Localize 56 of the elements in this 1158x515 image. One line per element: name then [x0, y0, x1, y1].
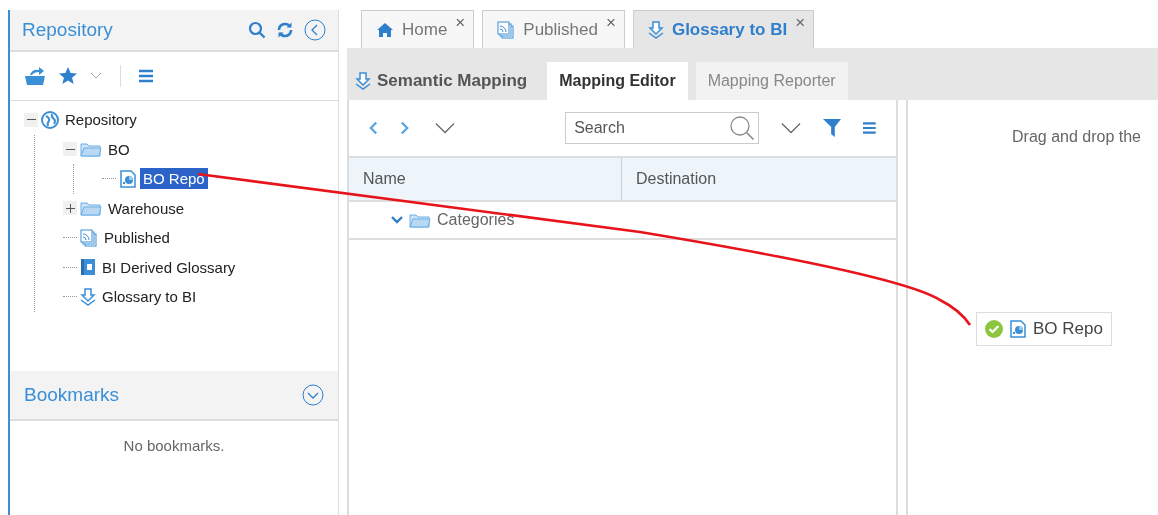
globe-icon: [41, 110, 59, 129]
menu-icon[interactable]: [139, 69, 153, 83]
collapse-icon[interactable]: [63, 142, 77, 157]
tree-item[interactable]: Published: [101, 227, 173, 249]
panel-title: Repository: [22, 19, 113, 41]
chevron-icon[interactable]: [391, 216, 403, 224]
search-icon[interactable]: [248, 21, 266, 39]
tree-item[interactable]: BO Repo: [140, 168, 208, 190]
back-icon[interactable]: [369, 121, 379, 135]
tree-item[interactable]: BO: [105, 138, 133, 160]
tab[interactable]: Home ×: [361, 10, 475, 48]
book-icon: [80, 258, 96, 277]
expand-icon[interactable]: [63, 201, 77, 216]
tree-item[interactable]: Repository: [62, 109, 140, 131]
tree-item[interactable]: Warehouse: [105, 197, 188, 219]
column-header[interactable]: Name: [349, 158, 622, 200]
empty-message: No bookmarks.: [122, 436, 226, 456]
refresh-icon[interactable]: [276, 21, 294, 39]
folder-icon: [80, 200, 102, 217]
star-icon[interactable]: [58, 66, 78, 86]
panel-title: Bookmarks: [24, 384, 120, 406]
section-title: Semantic Mapping: [355, 62, 528, 100]
filter-icon[interactable]: [823, 117, 842, 139]
column-header[interactable]: Destination: [622, 158, 717, 200]
stacked-pages-icon: [80, 228, 98, 247]
dropdown-icon[interactable]: [781, 122, 802, 134]
folder-icon: [80, 141, 102, 158]
stacked-pages-icon: [497, 20, 516, 39]
hint-text: Drag and drop the: [1011, 128, 1142, 146]
search-icon: [729, 115, 756, 141]
tab[interactable]: Published ×: [482, 10, 625, 48]
home-icon: [376, 21, 394, 38]
tab[interactable]: Glossary to BI ×: [632, 10, 815, 48]
expand-panel-icon[interactable]: [302, 384, 324, 406]
close-icon[interactable]: ×: [795, 13, 806, 33]
collapse-panel-icon[interactable]: [304, 19, 326, 41]
table-cell: Categories: [437, 211, 515, 229]
tree-item[interactable]: Glossary to BI: [99, 286, 200, 308]
dropped-item[interactable]: BO Repo: [976, 312, 1112, 346]
search-field[interactable]: Search: [565, 112, 760, 144]
report-icon: [119, 169, 137, 188]
down-arrow-icon: [355, 72, 371, 90]
report-icon: [1009, 320, 1027, 338]
open-folder-icon[interactable]: [24, 66, 46, 86]
menu-icon[interactable]: [863, 121, 876, 135]
folder-icon: [409, 212, 431, 228]
tree-item[interactable]: BI Derived Glossary: [99, 256, 239, 278]
down-arrow-icon: [647, 20, 664, 39]
collapse-icon[interactable]: [24, 112, 38, 127]
close-icon[interactable]: ×: [605, 13, 616, 33]
close-icon[interactable]: ×: [455, 13, 466, 33]
dropdown-icon[interactable]: [435, 122, 456, 134]
dropdown-icon[interactable]: [90, 72, 102, 80]
tab[interactable]: Mapping Editor: [547, 62, 688, 100]
forward-icon[interactable]: [400, 121, 410, 135]
down-arrow-icon: [80, 287, 96, 306]
